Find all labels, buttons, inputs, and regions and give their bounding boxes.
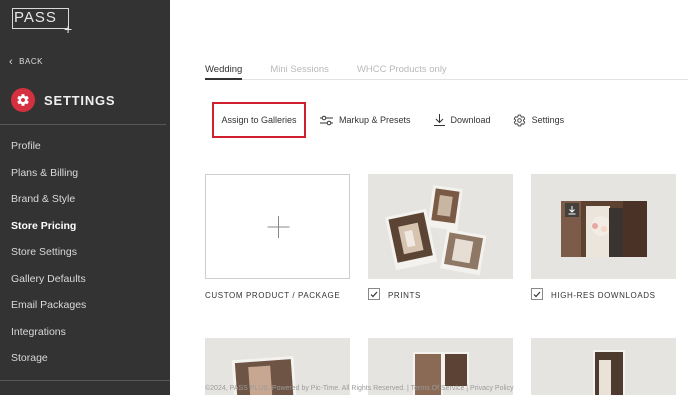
download-label: Download (450, 115, 491, 125)
sidebar-item-store-settings[interactable]: Store Settings (0, 239, 170, 266)
prints-thumb[interactable] (368, 174, 513, 279)
settings-title: SETTINGS (44, 92, 116, 108)
prints-checkbox[interactable] (368, 288, 380, 300)
sliders-icon (320, 115, 333, 125)
sidebar-item-brand-style[interactable]: Brand & Style (0, 186, 170, 213)
sidebar-item-storage[interactable]: Storage (0, 345, 170, 372)
markup-presets-button[interactable]: Markup & Presets (320, 115, 411, 126)
check-icon (370, 291, 378, 297)
download-button[interactable]: Download (433, 114, 491, 126)
footer-text: ©2024, PASS PLUS. Powered by Pic-Time. A… (205, 385, 514, 392)
back-label: BACK (19, 57, 43, 66)
tab-mini-sessions[interactable]: Mini Sessions (270, 58, 329, 80)
gear-outline-icon (513, 114, 525, 126)
settings-button[interactable]: Settings (513, 114, 565, 127)
logo-text: PASS (14, 9, 57, 26)
custom-product-thumb[interactable] (205, 174, 350, 279)
assign-to-galleries-button[interactable]: Assign to Galleries (212, 102, 306, 138)
check-icon (533, 291, 541, 297)
custom-product-label: CUSTOM PRODUCT / PACKAGE (205, 291, 341, 300)
assign-to-galleries-label: Assign to Galleries (221, 115, 297, 125)
category-tabs: Wedding Mini Sessions WHCC Products only (205, 58, 688, 80)
sidebar-item-email-packages[interactable]: Email Packages (0, 292, 170, 319)
prints-card[interactable]: PRINTS (368, 174, 513, 304)
logo-plus: + (64, 21, 73, 37)
high-res-downloads-label: HIGH-RES DOWNLOADS (551, 291, 656, 300)
high-res-downloads-thumb[interactable] (531, 174, 676, 279)
product-image (593, 350, 625, 395)
sidebar-item-plans-billing[interactable]: Plans & Billing (0, 160, 170, 187)
back-link[interactable]: ‹ BACK (9, 55, 43, 68)
tab-whcc-products-only[interactable]: WHCC Products only (357, 58, 447, 80)
settings-header: SETTINGS (11, 88, 115, 112)
custom-product-card[interactable]: CUSTOM PRODUCT / PACKAGE (205, 174, 350, 304)
markup-presets-label: Markup & Presets (339, 115, 411, 125)
sidebar-item-profile[interactable]: Profile (0, 133, 170, 160)
sidebar-divider (0, 124, 166, 125)
high-res-downloads-image (561, 201, 647, 257)
product-thumb-row2-3[interactable] (531, 338, 676, 395)
high-res-downloads-card[interactable]: HIGH-RES DOWNLOADS (531, 174, 676, 304)
plus-icon (267, 216, 290, 238)
gear-icon (11, 88, 35, 112)
sidebar-item-store-pricing[interactable]: Store Pricing (0, 213, 170, 240)
high-res-downloads-checkbox[interactable] (531, 288, 543, 300)
settings-label: Settings (531, 115, 565, 125)
sidebar-bottom-divider (0, 380, 170, 381)
sidebar-item-gallery-defaults[interactable]: Gallery Defaults (0, 266, 170, 293)
tab-wedding[interactable]: Wedding (205, 58, 243, 80)
chevron-left-icon: ‹ (9, 55, 14, 68)
sidebar: PASS + ‹ BACK SETTINGS Profile Plans & B… (0, 0, 170, 395)
prints-label: PRINTS (388, 291, 421, 300)
pass-logo[interactable]: PASS + (12, 8, 73, 37)
prints-image (384, 184, 487, 276)
sidebar-item-integrations[interactable]: Integrations (0, 319, 170, 346)
download-icon (433, 114, 445, 126)
sidebar-nav: Profile Plans & Billing Brand & Style St… (0, 133, 170, 372)
toolbar: Assign to Galleries Markup & Presets Dow… (212, 102, 564, 138)
